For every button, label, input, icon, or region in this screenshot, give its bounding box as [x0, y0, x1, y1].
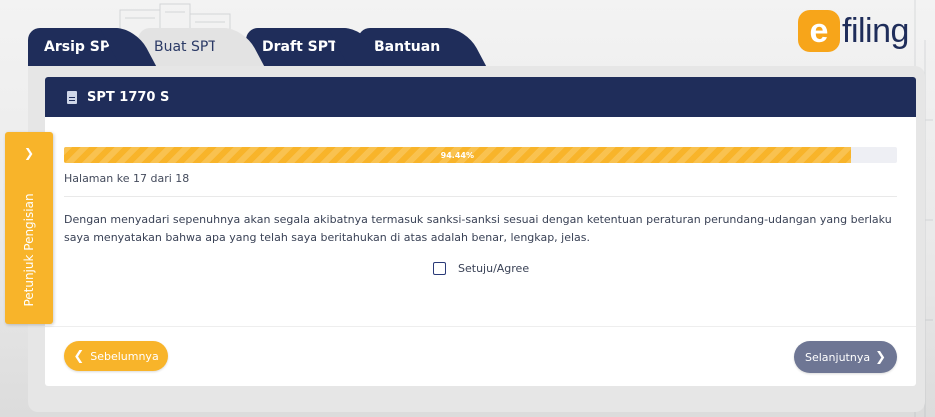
chevron-right-icon: ❯: [23, 146, 35, 160]
progress-label: 94.44%: [440, 150, 474, 160]
tab-draft-spt[interactable]: Draft SPT: [246, 28, 356, 66]
previous-button[interactable]: ❮ Sebelumnya: [64, 341, 168, 371]
previous-button-label: Sebelumnya: [90, 349, 159, 363]
next-button-label: Selanjutnya: [805, 350, 871, 364]
declaration-statement: Dengan menyadari sepenuhnya akan segala …: [64, 213, 892, 244]
document-icon: [67, 90, 77, 104]
efiling-logo: e filing: [798, 6, 916, 56]
footer-divider: [45, 326, 916, 327]
chevron-right-icon: ❯: [875, 349, 886, 365]
next-button[interactable]: Selanjutnya ❯: [794, 341, 897, 373]
page-indicator: Halaman ke 17 dari 18: [64, 172, 190, 185]
agree-label: Setuju/Agree: [458, 262, 530, 275]
agree-checkbox-control[interactable]: Setuju/Agree: [433, 262, 529, 275]
card-title: SPT 1770 S: [87, 89, 170, 105]
tab-arsip-spt[interactable]: Arsip SPT: [28, 28, 128, 66]
divider: [64, 196, 897, 197]
agree-checkbox[interactable]: [433, 262, 446, 275]
progress-bar: 94.44%: [64, 147, 897, 163]
filling-guide-label: Petunjuk Pengisian: [22, 193, 36, 307]
card-header: SPT 1770 S: [45, 77, 916, 117]
chevron-left-icon: ❮: [73, 348, 85, 364]
progress-bar-fill: 94.44%: [64, 147, 851, 163]
filling-guide-panel-toggle[interactable]: ❯ Petunjuk Pengisian: [5, 132, 53, 324]
efiling-logo-mark: e: [798, 10, 840, 52]
spt-form-card: SPT 1770 S 94.44% Halaman ke 17 dari 18 …: [45, 77, 916, 386]
efiling-logo-word: filing: [842, 11, 909, 50]
